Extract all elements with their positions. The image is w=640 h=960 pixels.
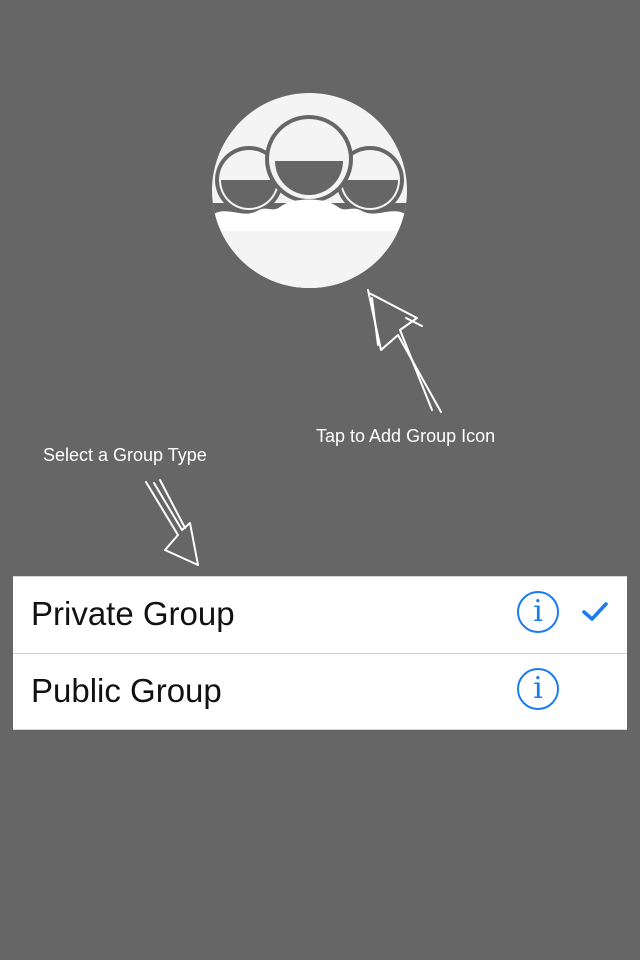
group-type-list: Private Group i Public Group i: [13, 576, 627, 730]
checkmark-icon: [582, 602, 608, 621]
people-icon: [212, 115, 407, 288]
select-type-hint: Select a Group Type: [43, 445, 207, 465]
group-type-label: Public Group: [31, 672, 222, 709]
add-group-icon-button[interactable]: [212, 93, 407, 288]
group-type-label: Private Group: [31, 595, 235, 632]
info-icon[interactable]: i: [517, 591, 559, 633]
group-type-row-public[interactable]: Public Group i: [13, 653, 627, 730]
info-icon[interactable]: i: [517, 668, 559, 710]
add-icon-hint: Tap to Add Group Icon: [316, 426, 496, 446]
group-type-row-private[interactable]: Private Group i: [13, 577, 627, 653]
